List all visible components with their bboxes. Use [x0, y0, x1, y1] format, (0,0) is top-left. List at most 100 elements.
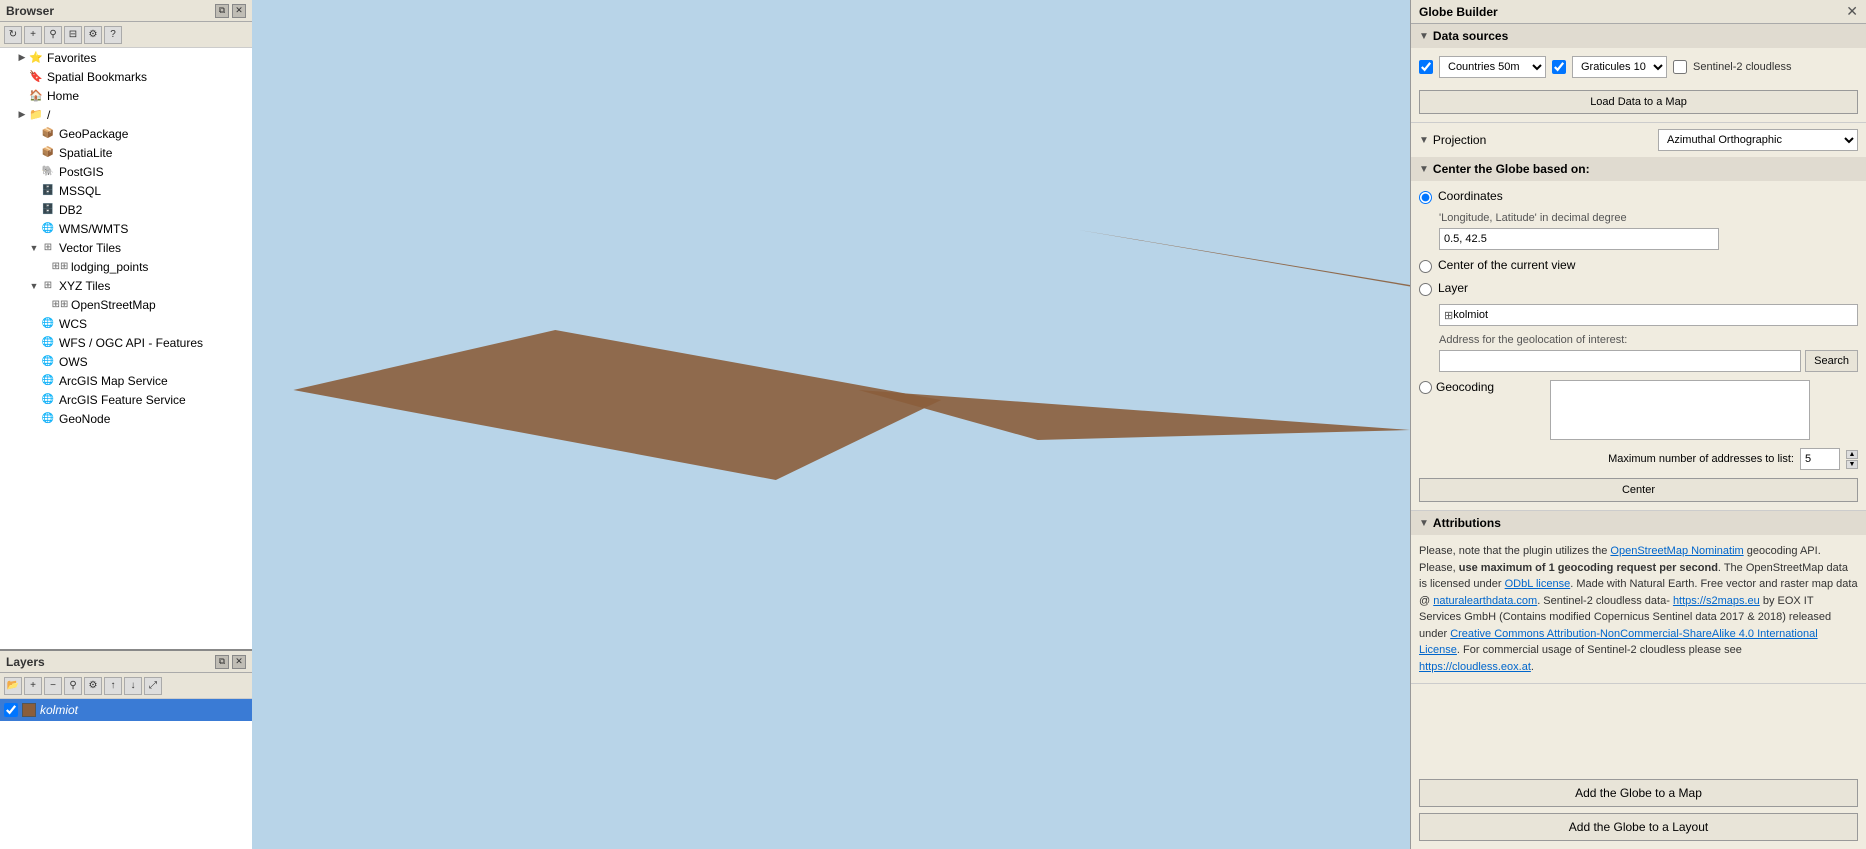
browser-float-btn[interactable]: ⧉: [215, 4, 229, 18]
geocoding-radio[interactable]: [1419, 381, 1432, 394]
tree-item-favorites[interactable]: ▶ ⭐ Favorites: [0, 48, 252, 67]
lodging-icon: ⊞⊞: [52, 259, 68, 275]
wms-wmts-icon: 🌐: [40, 221, 56, 237]
tree-item-wfs[interactable]: ▶ 🌐 WFS / OGC API - Features: [0, 333, 252, 352]
data-sources-header[interactable]: ▼ Data sources: [1411, 24, 1866, 48]
tree-item-geonode[interactable]: ▶ 🌐 GeoNode: [0, 409, 252, 428]
filter-layer-btn[interactable]: ⚲: [64, 677, 82, 695]
geocoding-textarea[interactable]: [1550, 380, 1810, 440]
tree-item-postgis[interactable]: ▶ 🐘 PostGIS: [0, 162, 252, 181]
properties-layer-btn[interactable]: ⚙: [84, 677, 102, 695]
refresh-btn[interactable]: ↻: [4, 26, 22, 44]
center-view-radio[interactable]: [1419, 260, 1432, 273]
tree-item-db2[interactable]: ▶ 🗄️ DB2: [0, 200, 252, 219]
tree-item-lodging-points[interactable]: ▶ ⊞⊞ lodging_points: [0, 257, 252, 276]
add-to-map-btn[interactable]: Add the Globe to a Map: [1419, 779, 1858, 807]
layer-radio-label: Layer: [1438, 281, 1468, 295]
tree-item-mssql[interactable]: ▶ 🗄️ MSSQL: [0, 181, 252, 200]
tree-item-home[interactable]: ▶ 🏠 Home: [0, 86, 252, 105]
layer-radio[interactable]: [1419, 283, 1432, 296]
tree-item-arcgis-feature[interactable]: ▶ 🌐 ArcGIS Feature Service: [0, 390, 252, 409]
collapse-section-arrow: ▼ Projection: [1419, 133, 1486, 147]
load-data-btn[interactable]: Load Data to a Map: [1419, 90, 1858, 114]
center-globe-title: Center the Globe based on:: [1433, 162, 1590, 176]
search-btn[interactable]: Search: [1805, 350, 1858, 372]
layers-float-btn[interactable]: ⧉: [215, 655, 229, 669]
layers-panel: Layers ⧉ ✕ 📂 + − ⚲ ⚙ ↑ ↓ ⤢ kolmiot: [0, 649, 252, 849]
geonode-icon: 🌐: [40, 411, 56, 427]
tree-item-arcgis-map[interactable]: ▶ 🌐 ArcGIS Map Service: [0, 371, 252, 390]
coordinates-radio[interactable]: [1419, 191, 1432, 204]
tree-item-ows[interactable]: ▶ 🌐 OWS: [0, 352, 252, 371]
tree-item-spatial-bookmarks[interactable]: ▶ 🔖 Spatial Bookmarks: [0, 67, 252, 86]
open-layer-btn[interactable]: 📂: [4, 677, 22, 695]
sentinel-checkbox[interactable]: [1673, 60, 1687, 74]
collapse-all-btn[interactable]: ⊟: [64, 26, 82, 44]
arrow-vector-tiles: ▼: [28, 242, 40, 254]
geocoding-group: Geocoding: [1419, 380, 1858, 440]
filter-btn[interactable]: ⚲: [44, 26, 62, 44]
tree-item-wcs[interactable]: ▶ 🌐 WCS: [0, 314, 252, 333]
root-icon: 📁: [28, 107, 44, 123]
tree-item-vector-tiles[interactable]: ▼ ⊞ Vector Tiles: [0, 238, 252, 257]
add-to-layout-btn[interactable]: Add the Globe to a Layout: [1419, 813, 1858, 841]
layers-close-btn[interactable]: ✕: [232, 655, 246, 669]
shape-3: [859, 390, 1410, 440]
tree-item-root[interactable]: ▶ 📁 /: [0, 105, 252, 124]
tree-item-wms-wmts[interactable]: ▶ 🌐 WMS/WMTS: [0, 219, 252, 238]
attr-text7: . For commercial usage of Sentinel-2 clo…: [1457, 644, 1742, 656]
move-down-btn[interactable]: ↓: [124, 677, 142, 695]
address-label: Address for the geolocation of interest:: [1439, 334, 1858, 346]
address-input[interactable]: [1439, 350, 1801, 372]
address-section: Address for the geolocation of interest:…: [1419, 334, 1858, 372]
attr-link-odbl[interactable]: ODbL license: [1505, 578, 1571, 590]
help-btn[interactable]: ?: [104, 26, 122, 44]
tree-item-osm[interactable]: ▶ ⊞⊞ OpenStreetMap: [0, 295, 252, 314]
max-addr-down[interactable]: ▼: [1846, 460, 1858, 469]
countries-checkbox[interactable]: [1419, 60, 1433, 74]
geocoding-radio-row: Geocoding: [1419, 380, 1494, 394]
coord-input[interactable]: [1439, 228, 1719, 250]
graticules-select[interactable]: Graticules 10 Graticules 20 Graticules 3…: [1572, 56, 1667, 78]
layers-controls: ⧉ ✕: [215, 655, 246, 669]
tree-item-geopackage[interactable]: ▶ 📦 GeoPackage: [0, 124, 252, 143]
attributions-header[interactable]: ▼ Attributions: [1411, 511, 1866, 535]
tree-item-spatialite[interactable]: ▶ 📦 SpatiaLite: [0, 143, 252, 162]
attr-link-cloudless[interactable]: https://cloudless.eox.at: [1419, 661, 1531, 673]
browser-close-btn[interactable]: ✕: [232, 4, 246, 18]
globe-builder-close[interactable]: ✕: [1846, 3, 1858, 20]
countries-select[interactable]: Countries 50m Countries 10m Countries 11…: [1439, 56, 1546, 78]
attr-link-neatural[interactable]: naturalearthdata.com: [1433, 595, 1537, 607]
attributions-arrow: ▼: [1419, 518, 1429, 529]
attr-link-nominatim[interactable]: OpenStreetMap Nominatim: [1610, 545, 1743, 557]
map-area[interactable]: [252, 0, 1410, 849]
postgis-label: PostGIS: [59, 165, 104, 179]
center-btn[interactable]: Center: [1419, 478, 1858, 502]
center-view-label: Center of the current view: [1438, 258, 1575, 272]
center-view-radio-row: Center of the current view: [1419, 258, 1858, 273]
center-globe-header[interactable]: ▼ Center the Globe based on:: [1411, 157, 1866, 181]
globe-builder-title: Globe Builder: [1419, 5, 1498, 19]
attr-link-s2maps[interactable]: https://s2maps.eu: [1673, 595, 1760, 607]
layer-select-row: ⊞ kolmiot: [1439, 304, 1858, 326]
add-layer-btn[interactable]: +: [24, 677, 42, 695]
graticules-checkbox[interactable]: [1552, 60, 1566, 74]
layer-dropdown[interactable]: ⊞ kolmiot: [1439, 304, 1858, 326]
max-addr-up[interactable]: ▲: [1846, 450, 1858, 459]
max-addr-label: Maximum number of addresses to list:: [1608, 453, 1794, 465]
tree-item-xyz-tiles[interactable]: ▼ ⊞ XYZ Tiles: [0, 276, 252, 295]
layer-item-kolmiot[interactable]: kolmiot: [0, 699, 252, 721]
sentinel-label: Sentinel-2 cloudless: [1693, 61, 1791, 73]
data-sources-row1: Countries 50m Countries 10m Countries 11…: [1419, 56, 1858, 78]
add-btn[interactable]: +: [24, 26, 42, 44]
max-addr-input[interactable]: [1800, 448, 1840, 470]
drag-btn[interactable]: ⤢: [144, 677, 162, 695]
properties-btn[interactable]: ⚙: [84, 26, 102, 44]
remove-layer-btn[interactable]: −: [44, 677, 62, 695]
move-up-btn[interactable]: ↑: [104, 677, 122, 695]
home-icon: 🏠: [28, 88, 44, 104]
layer-checkbox-kolmiot[interactable]: [4, 703, 18, 717]
spatialite-icon: 📦: [40, 145, 56, 161]
bottom-buttons: Add the Globe to a Map Add the Globe to …: [1411, 771, 1866, 849]
projection-select[interactable]: Azimuthal Orthographic Mercator Equal Ea…: [1658, 129, 1858, 151]
